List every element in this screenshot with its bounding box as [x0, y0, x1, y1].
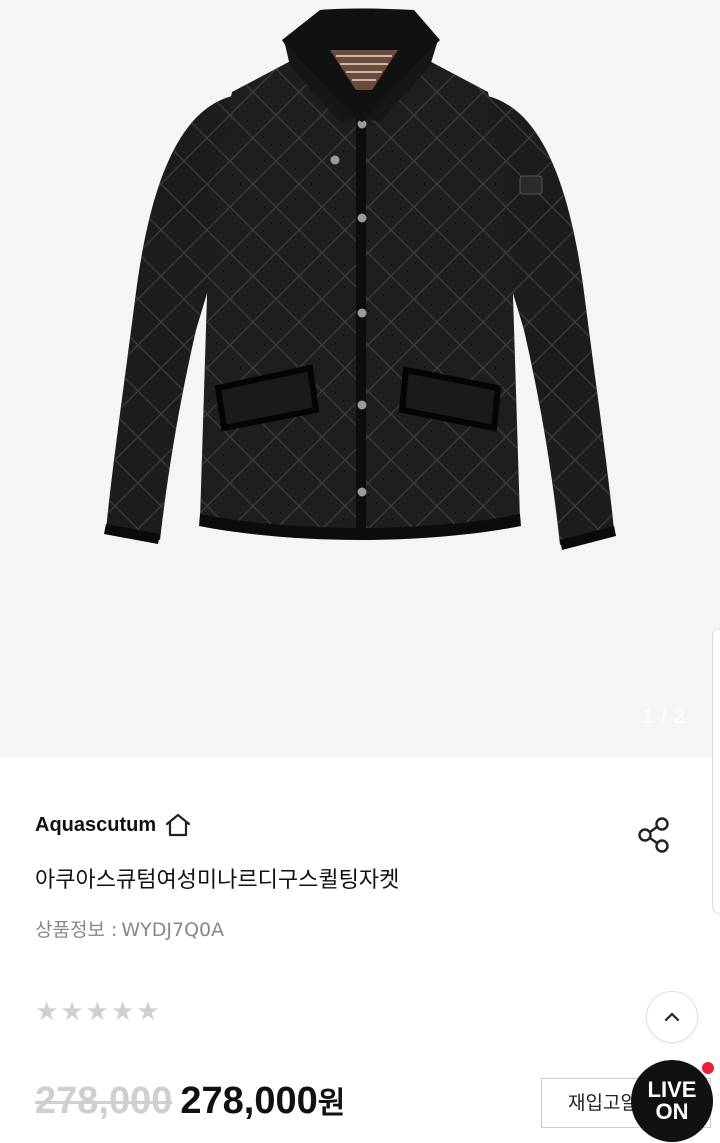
live-label: LIVE: [647, 1077, 697, 1102]
side-drawer-handle[interactable]: [712, 628, 720, 914]
image-counter: 1 / 2: [642, 706, 686, 728]
on-label: ON: [655, 1099, 689, 1124]
home-icon[interactable]: [164, 812, 192, 838]
star-icon: ★: [35, 997, 59, 1027]
share-icon[interactable]: [636, 816, 672, 854]
product-image-gallery[interactable]: 1 / 2: [0, 0, 720, 757]
product-image: [104, 8, 616, 550]
scroll-top-button[interactable]: [646, 991, 698, 1043]
star-icon: ★: [60, 997, 84, 1027]
product-name: 아쿠아스큐텀여성미나르디구스퀼팅자켓: [35, 868, 400, 893]
original-price: 278,000: [35, 1080, 173, 1122]
star-icon: ★: [85, 997, 109, 1027]
chevron-up-icon: [664, 1012, 680, 1022]
price-row: 278,000 278,000 원: [35, 1078, 345, 1123]
live-indicator-dot: [700, 1060, 716, 1076]
product-code-value: WYDJ7Q0A: [121, 919, 225, 941]
brand-row[interactable]: Aquascutum: [35, 812, 192, 838]
brand-name[interactable]: Aquascutum: [35, 814, 156, 837]
rating-stars[interactable]: ★ ★ ★ ★ ★: [35, 999, 160, 1025]
price-unit: 원: [317, 1086, 346, 1121]
star-icon: ★: [136, 997, 160, 1027]
star-icon: ★: [110, 997, 135, 1027]
product-code-label: 상품정보 :: [35, 919, 118, 941]
product-code: 상품정보 : WYDJ7Q0A: [35, 915, 224, 942]
sale-price: 278,000: [180, 1080, 318, 1122]
